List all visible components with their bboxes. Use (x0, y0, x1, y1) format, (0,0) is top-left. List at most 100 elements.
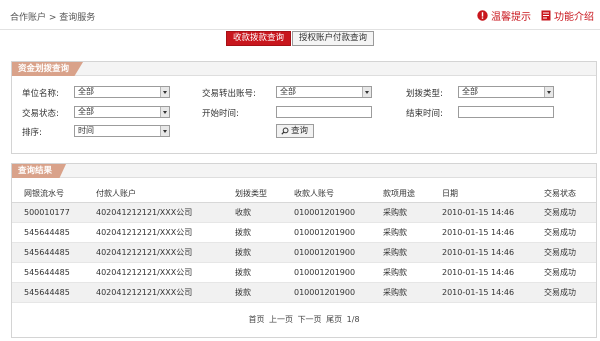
transfer-type-cell: 拨款 (235, 282, 294, 303)
tips-link[interactable]: 温馨提示 (477, 8, 531, 23)
sort-select[interactable]: 时间 (74, 125, 170, 137)
status-cell: 交易成功 (544, 262, 596, 283)
chevron-down-icon (160, 87, 169, 97)
chevron-down-icon (160, 107, 169, 117)
results-panel-header: 查询结果 (12, 164, 596, 178)
sort-label: 排序: (22, 128, 42, 138)
table-row: 545644485 402041212121/XXX公司 拨款 01000120… (12, 282, 596, 303)
date-cell: 2010-01-15 14:46 (442, 262, 544, 283)
query-panel-header: 资金划拨查询 (12, 62, 596, 76)
page-info: 1/8 (346, 315, 360, 324)
first-page-link[interactable]: 首页 (248, 315, 264, 324)
payee-account-cell: 010001201900 (294, 202, 383, 223)
payer-account-cell: 402041212121/XXX公司 (96, 242, 235, 263)
prev-page-link[interactable]: 上一页 (269, 315, 293, 324)
alert-icon (477, 10, 488, 21)
transfer-type-cell: 拨款 (235, 222, 294, 243)
purpose-cell: 采购款 (383, 242, 442, 263)
column-header: 收款人账号 (294, 186, 383, 203)
tips-link-label: 温馨提示 (491, 12, 531, 23)
chevron-down-icon (544, 87, 553, 97)
payer-account-cell: 402041212121/XXX公司 (96, 282, 235, 303)
transfer-type-cell: 拨款 (235, 242, 294, 263)
next-page-link[interactable]: 下一页 (298, 315, 322, 324)
column-header: 划拨类型 (235, 186, 294, 203)
status-cell: 交易成功 (544, 282, 596, 303)
serial-number-link[interactable]: 545644485 (12, 222, 96, 243)
serial-number-link[interactable]: 545644485 (12, 282, 96, 303)
start-time-label: 开始时间: (202, 109, 239, 119)
date-cell: 2010-01-15 14:46 (442, 242, 544, 263)
query-panel: 资金划拨查询 单位名称: 全部 交易转出账号: 全部 划拨类型: 全部 交易状态… (11, 61, 597, 154)
serial-number-link[interactable]: 545644485 (12, 262, 96, 283)
top-links: 温馨提示 功能介绍 (477, 8, 594, 23)
table-row: 545644485 402041212121/XXX公司 拨款 01000120… (12, 242, 596, 263)
serial-number-link[interactable]: 545644485 (12, 242, 96, 263)
last-page-link[interactable]: 尾页 (326, 315, 342, 324)
intro-link-label: 功能介绍 (554, 12, 594, 23)
intro-link[interactable]: 功能介绍 (541, 8, 594, 23)
payer-account-cell: 402041212121/XXX公司 (96, 222, 235, 243)
payee-account-cell: 010001201900 (294, 262, 383, 283)
breadcrumb: 合作账户 > 查询服务 (10, 13, 96, 23)
unit-name-label: 单位名称: (22, 89, 59, 99)
column-header: 网银流水号 (12, 186, 96, 203)
table-header-row: 网银流水号 付款人账户 划拨类型 收款人账号 款项用途 日期 交易状态 (12, 186, 596, 203)
unit-name-select[interactable]: 全部 (74, 86, 170, 98)
purpose-cell: 采购款 (383, 222, 442, 243)
search-icon (281, 127, 289, 135)
end-time-label: 结束时间: (406, 109, 443, 119)
query-button-label: 查询 (291, 126, 309, 136)
query-tabs: 收款拨款查询 授权账户付款查询 (226, 31, 375, 46)
status-cell: 交易成功 (544, 242, 596, 263)
query-button[interactable]: 查询 (276, 124, 315, 138)
out-account-select[interactable]: 全部 (276, 86, 372, 98)
date-cell: 2010-01-15 14:46 (442, 222, 544, 243)
document-icon (541, 10, 551, 21)
table-row: 545644485 402041212121/XXX公司 拨款 01000120… (12, 222, 596, 243)
tab-receipt-transfer-query[interactable]: 收款拨款查询 (226, 31, 292, 46)
chevron-down-icon (160, 126, 169, 136)
sort-value: 时间 (78, 126, 94, 135)
transfer-type-cell: 收款 (235, 202, 294, 223)
purpose-cell: 采购款 (383, 282, 442, 303)
date-cell: 2010-01-15 14:46 (442, 282, 544, 303)
status-cell: 交易成功 (544, 222, 596, 243)
table-row: 500010177 402041212121/XXX公司 收款 01000120… (12, 202, 596, 223)
payee-account-cell: 010001201900 (294, 242, 383, 263)
column-header: 付款人账户 (96, 186, 235, 203)
table-row: 545644485 402041212121/XXX公司 拨款 01000120… (12, 262, 596, 283)
transfer-type-select[interactable]: 全部 (458, 86, 554, 98)
column-header: 交易状态 (544, 186, 596, 203)
chevron-down-icon (362, 87, 371, 97)
column-header: 日期 (442, 186, 544, 203)
transfer-type-label: 划拨类型: (406, 89, 443, 99)
payee-account-cell: 010001201900 (294, 222, 383, 243)
transfer-type-value: 全部 (462, 87, 478, 96)
status-cell: 交易成功 (544, 202, 596, 223)
tab-authorized-payment-query[interactable]: 授权账户付款查询 (292, 31, 375, 46)
column-header: 款项用途 (383, 186, 442, 203)
purpose-cell: 采购款 (383, 262, 442, 283)
out-account-value: 全部 (280, 87, 296, 96)
serial-number-link[interactable]: 500010177 (12, 202, 96, 223)
query-panel-title: 资金划拨查询 (12, 62, 84, 76)
results-panel-title: 查询结果 (12, 164, 67, 178)
payee-account-cell: 010001201900 (294, 282, 383, 303)
purpose-cell: 采购款 (383, 202, 442, 223)
status-label: 交易状态: (22, 109, 59, 119)
out-account-label: 交易转出账号: (202, 89, 256, 99)
unit-name-value: 全部 (78, 87, 94, 96)
payer-account-cell: 402041212121/XXX公司 (96, 262, 235, 283)
top-bar: 合作账户 > 查询服务 温馨提示 功能介绍 (0, 0, 600, 30)
end-time-input[interactable] (458, 106, 554, 118)
transfer-type-cell: 拨款 (235, 262, 294, 283)
pagination: 首页 上一页 下一页 尾页 1/8 (12, 314, 596, 325)
date-cell: 2010-01-15 14:46 (442, 202, 544, 223)
results-panel: 查询结果 网银流水号 付款人账户 划拨类型 收款人账号 款项用途 日期 交易状态… (11, 163, 597, 338)
status-value: 全部 (78, 107, 94, 116)
results-table: 网银流水号 付款人账户 划拨类型 收款人账号 款项用途 日期 交易状态 5000… (12, 186, 596, 303)
payer-account-cell: 402041212121/XXX公司 (96, 202, 235, 223)
status-select[interactable]: 全部 (74, 106, 170, 118)
start-time-input[interactable] (276, 106, 372, 118)
